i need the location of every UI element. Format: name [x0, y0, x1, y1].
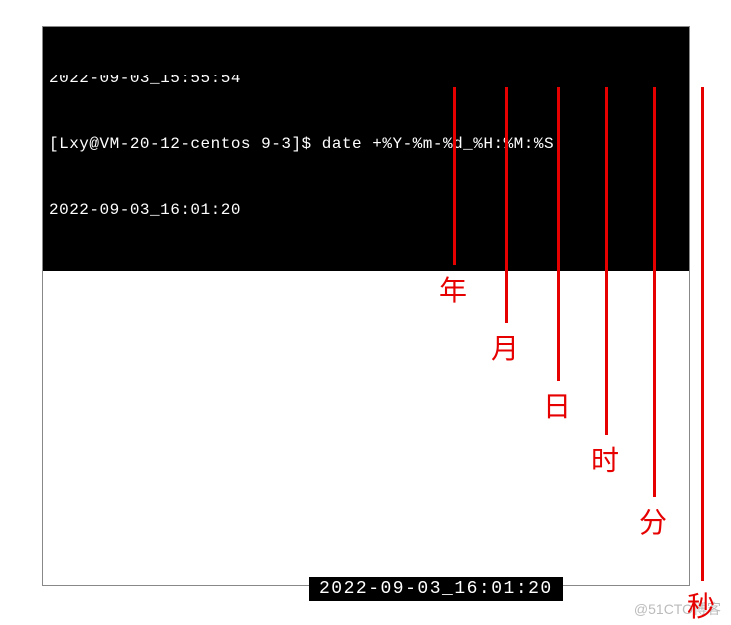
annotation-label-1: 月 [491, 327, 519, 367]
annotation-label-3: 时 [591, 439, 619, 479]
annotation-line-3 [605, 87, 608, 435]
annotation-line-0 [453, 87, 456, 265]
annotation-line-2 [557, 87, 560, 381]
annotation-label-2: 日 [543, 385, 571, 425]
terminal-partial-text: 2022-09-03_15:55:54 [49, 75, 241, 87]
highlighted-output-bar: 2022-09-03_16:01:20 [309, 577, 563, 601]
annotation-label-5: 秒 [687, 585, 715, 625]
diagram-frame: 2022-09-03_15:55:54 [Lxy@VM-20-12-centos… [42, 26, 690, 586]
annotation-line-1 [505, 87, 508, 323]
terminal-partial-line: 2022-09-03_15:55:54 [49, 75, 683, 89]
terminal-output: 2022-09-03_16:01:20 [49, 199, 683, 221]
terminal-prompt: [Lxy@VM-20-12-centos 9-3]$ [49, 135, 322, 153]
terminal-command: date +%Y-%m-%d_%H:%M:%S [322, 135, 554, 153]
annotation-label-4: 分 [639, 501, 667, 541]
terminal-block: 2022-09-03_15:55:54 [Lxy@VM-20-12-centos… [43, 27, 689, 271]
terminal-command-line: [Lxy@VM-20-12-centos 9-3]$ date +%Y-%m-%… [49, 133, 683, 155]
annotation-line-5 [701, 87, 704, 581]
annotation-label-0: 年 [439, 269, 467, 309]
annotation-line-4 [653, 87, 656, 497]
